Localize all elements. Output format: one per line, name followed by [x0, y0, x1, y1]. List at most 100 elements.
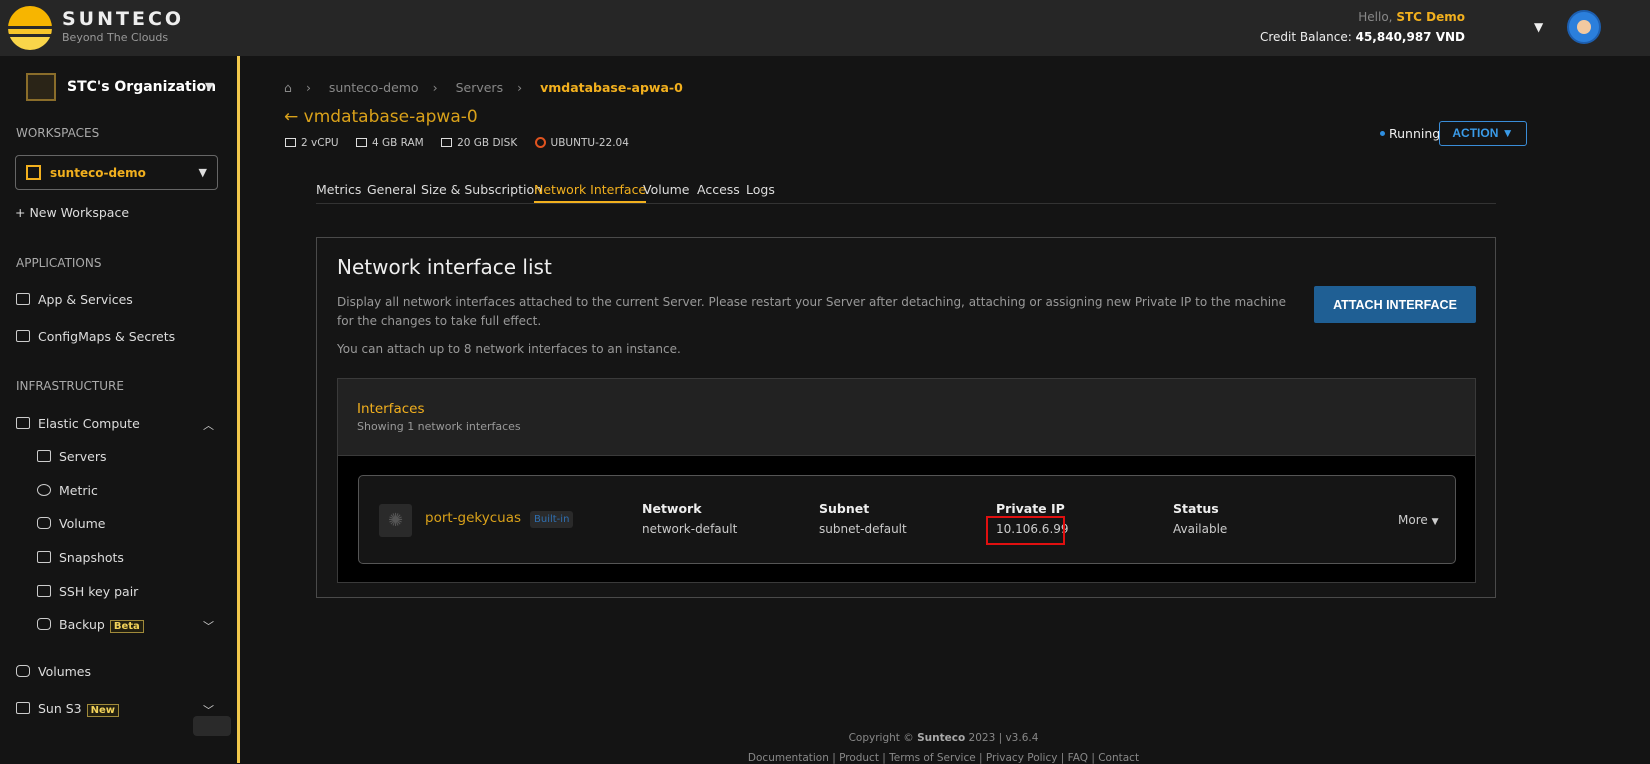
breadcrumb-servers[interactable]: Servers	[456, 80, 504, 95]
tab-volume[interactable]: Volume	[643, 182, 690, 201]
tab-access[interactable]: Access	[697, 182, 740, 201]
ubuntu-icon	[534, 137, 546, 148]
status-header: Status	[1173, 501, 1219, 516]
back-arrow-icon[interactable]: ←	[284, 107, 304, 127]
cpu-icon	[285, 138, 296, 147]
caret-down-icon: ▼	[1431, 517, 1439, 527]
workspace-select[interactable]: sunteco-demo ▼	[15, 155, 218, 190]
network-interface-card: Network interface list Display all netwo…	[316, 237, 1496, 598]
sidebar-item-label: Elastic Compute	[38, 416, 140, 431]
workspace-value: sunteco-demo	[50, 166, 146, 180]
os-spec: UBUNTU-22.04	[534, 137, 629, 149]
organization-name[interactable]: STC's Organization	[67, 79, 216, 95]
ram-spec: 4 GB RAM	[355, 137, 424, 149]
breadcrumb-separator-icon: ›	[305, 80, 311, 95]
credit-balance: Credit Balance: 45,840,987 VND	[1260, 30, 1465, 44]
tab-metrics[interactable]: Metrics	[316, 182, 361, 201]
network-value: network-default	[642, 522, 738, 536]
page-title: ← vmdatabase-apwa-0	[284, 107, 478, 127]
interfaces-count: Showing 1 network interfaces	[357, 420, 521, 433]
app-services-icon	[16, 293, 30, 305]
ram-value: 4 GB RAM	[371, 137, 424, 149]
server-tabs: Metrics General Size & Subscription Netw…	[316, 182, 1496, 204]
footer-links[interactable]: Documentation | Product | Terms of Servi…	[0, 752, 1650, 764]
database-icon	[37, 618, 51, 630]
key-icon	[37, 585, 51, 597]
breadcrumb-workspace[interactable]: sunteco-demo	[329, 80, 419, 95]
sidebar-item-label: App & Services	[38, 292, 133, 307]
sidebar-item-label: Servers	[59, 449, 107, 464]
os-value: UBUNTU-22.04	[550, 137, 629, 149]
action-dropdown-button[interactable]: ACTION ▼	[1439, 121, 1527, 146]
sidebar-item-elastic-compute[interactable]: Elastic Compute	[16, 416, 140, 431]
card-description: Display all network interfaces attached …	[337, 295, 1287, 328]
sidebar-item-servers[interactable]: Servers	[37, 449, 107, 464]
subnet-value: subnet-default	[819, 522, 907, 536]
breadcrumb-current: vmdatabase-apwa-0	[540, 80, 683, 95]
sidebar-item-volume[interactable]: Volume	[37, 516, 106, 531]
subnet-column: Subnet subnet-default	[819, 501, 907, 536]
beta-badge: Beta	[109, 620, 144, 633]
tab-logs[interactable]: Logs	[746, 182, 775, 201]
gauge-icon	[37, 484, 51, 496]
user-name: STC Demo	[1396, 10, 1465, 24]
avatar[interactable]	[1567, 10, 1601, 44]
user-menu-caret-icon[interactable]: ▼	[1534, 20, 1543, 34]
top-header: SUNTECO Beyond The Clouds Hello, STC Dem…	[0, 0, 1650, 56]
tab-general[interactable]: General	[367, 182, 416, 201]
cpu-value: 2 vCPU	[301, 137, 339, 149]
status-value: Available	[1173, 522, 1228, 536]
sidebar-item-snapshots[interactable]: Snapshots	[37, 550, 124, 565]
interface-limit-note: You can attach up to 8 network interface…	[337, 342, 681, 356]
new-badge: New	[86, 704, 120, 717]
server-name: vmdatabase-apwa-0	[303, 107, 478, 127]
interfaces-title: Interfaces	[357, 401, 425, 417]
chevron-down-icon[interactable]: ﹀	[203, 618, 214, 634]
sidebar-item-ssh-key-pair[interactable]: SSH key pair	[37, 584, 138, 599]
brand-tagline: Beyond The Clouds	[62, 31, 169, 44]
organization-icon	[26, 73, 56, 101]
copyright-version: 2023 | v3.6.4	[968, 732, 1039, 744]
disk-value: 20 GB DISK	[457, 137, 518, 149]
sidebar-item-sun-s3[interactable]: Sun S3 New	[16, 701, 120, 717]
sidebar-item-label: SSH key pair	[59, 584, 139, 599]
tab-network-interface[interactable]: Network Interface	[534, 182, 647, 203]
configmaps-icon	[16, 330, 30, 342]
interface-row: ✺ port-gekycuas Built-in Network network-…	[358, 475, 1456, 564]
sidebar-item-label: Sun S3	[38, 701, 82, 716]
sidebar-item-label: ConfigMaps & Secrets	[38, 329, 176, 344]
sidebar-item-configmaps[interactable]: ConfigMaps & Secrets	[16, 329, 175, 344]
sidebar-item-label: Volume	[59, 516, 106, 531]
monitor-icon	[16, 417, 30, 429]
port-name[interactable]: port-gekycuas	[425, 510, 521, 526]
interfaces-panel: Interfaces Showing 1 network interfaces …	[337, 378, 1476, 583]
attach-interface-button[interactable]: ATTACH INTERFACE	[1314, 286, 1476, 323]
tab-size-subscription[interactable]: Size & Subscription	[421, 182, 542, 201]
new-workspace-link[interactable]: + New Workspace	[15, 205, 129, 220]
organization-caret-icon[interactable]: ▼	[205, 80, 213, 93]
workspaces-heading: WORKSPACES	[16, 126, 100, 140]
infrastructure-heading: INFRASTRUCTURE	[16, 379, 124, 393]
sidebar-item-metric[interactable]: Metric	[37, 483, 98, 498]
home-icon[interactable]: ⌂	[284, 80, 292, 95]
brand-name: SUNTECO	[62, 8, 185, 30]
sidebar-item-app-services[interactable]: App & Services	[16, 292, 133, 307]
sidebar-item-volumes[interactable]: Volumes	[16, 664, 91, 679]
company-name: Sunteco	[917, 732, 966, 744]
breadcrumb-separator-icon: ›	[432, 80, 438, 95]
private-ip-column: Private IP 10.106.6.99	[986, 501, 1069, 545]
chevron-up-icon[interactable]: ︿	[203, 417, 214, 433]
sunteco-logo-icon[interactable]	[8, 6, 52, 50]
greeting: Hello, STC Demo	[1358, 10, 1465, 24]
cloud-storage-icon	[16, 702, 30, 714]
server-specs: 2 vCPU 4 GB RAM 20 GB DISK UBUNTU-22.04	[285, 137, 643, 149]
sidebar-item-label: Backup	[59, 617, 105, 632]
credit-value: 45,840,987 VND	[1355, 30, 1465, 44]
breadcrumb-separator-icon: ›	[517, 80, 523, 95]
server-status: Running	[1380, 126, 1440, 141]
more-dropdown[interactable]: More ▼	[1398, 513, 1439, 527]
highlight-box	[986, 516, 1065, 545]
more-label: More	[1398, 513, 1428, 527]
subnet-header: Subnet	[819, 501, 870, 516]
sidebar-item-backup[interactable]: Backup Beta	[37, 617, 144, 633]
